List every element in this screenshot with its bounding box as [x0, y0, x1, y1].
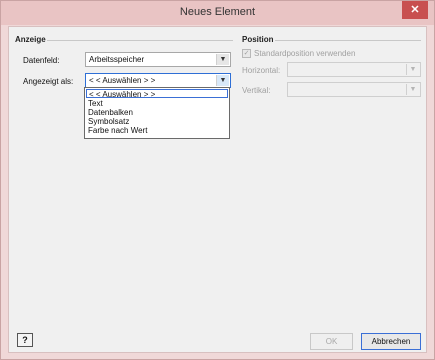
close-icon: ✕: [410, 4, 420, 16]
anzeige-group-label: Anzeige: [15, 35, 46, 44]
angezeigt-als-label: Angezeigt als:: [23, 77, 74, 86]
dialog-window: Neues Element ✕ Anzeige Datenfeld: Arbei…: [0, 0, 435, 360]
position-group-label: Position: [242, 35, 274, 44]
anzeige-group-divider: [47, 40, 233, 41]
standardposition-checkbox[interactable]: ✓: [242, 49, 251, 58]
chevron-down-icon[interactable]: ▼: [216, 54, 229, 65]
chevron-down-icon[interactable]: ▼: [406, 84, 419, 95]
window-title: Neues Element: [179, 6, 256, 18]
ok-button[interactable]: OK: [310, 333, 353, 350]
dropdown-option[interactable]: < < Auswählen > >: [86, 89, 228, 99]
angezeigt-als-select[interactable]: < < Auswählen > > ▼: [85, 73, 231, 88]
horizontal-select[interactable]: ▼: [287, 62, 421, 77]
dropdown-option[interactable]: Farbe nach Wert: [86, 126, 228, 135]
vertikal-label: Vertikal:: [242, 86, 271, 95]
angezeigt-als-dropdown-list: < < Auswählen > > Text Datenbalken Symbo…: [84, 87, 230, 139]
cancel-button[interactable]: Abbrechen: [361, 333, 421, 350]
title-bar[interactable]: Neues Element ✕: [1, 1, 434, 25]
dropdown-option[interactable]: Text: [86, 99, 228, 108]
check-icon: ✓: [243, 50, 250, 57]
chevron-down-icon[interactable]: ▼: [216, 75, 229, 86]
help-icon: ?: [22, 335, 28, 345]
help-button[interactable]: ?: [17, 333, 33, 347]
position-group-divider: [275, 40, 421, 41]
close-button[interactable]: ✕: [402, 1, 428, 19]
vertikal-select[interactable]: ▼: [287, 82, 421, 97]
datenfeld-value: Arbeitsspeicher: [89, 55, 145, 64]
chevron-down-icon[interactable]: ▼: [406, 64, 419, 75]
datenfeld-select[interactable]: Arbeitsspeicher ▼: [85, 52, 231, 67]
horizontal-label: Horizontal:: [242, 66, 281, 75]
dropdown-option[interactable]: Symbolsatz: [86, 117, 228, 126]
standardposition-label: Standardposition verwenden: [254, 49, 356, 58]
angezeigt-als-value: < < Auswählen > >: [89, 76, 156, 85]
datenfeld-label: Datenfeld:: [23, 56, 60, 65]
dialog-body: Anzeige Datenfeld: Arbeitsspeicher ▼ Ang…: [8, 26, 427, 353]
dropdown-option[interactable]: Datenbalken: [86, 108, 228, 117]
